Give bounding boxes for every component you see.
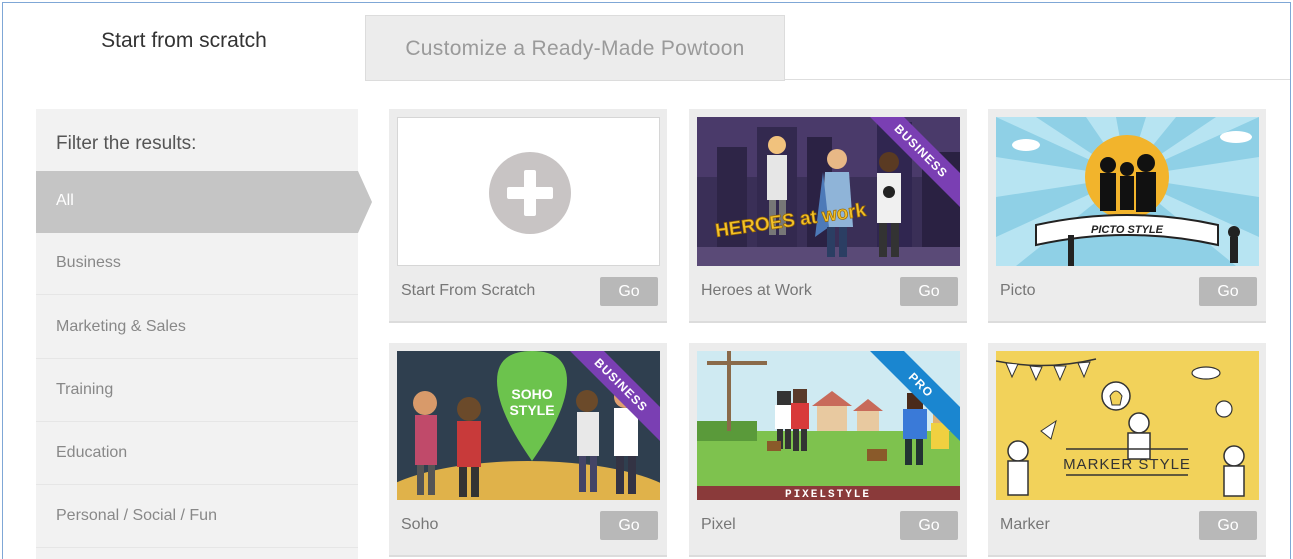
tab-customize-ready-made[interactable]: Customize a Ready-Made Powtoon bbox=[365, 15, 785, 81]
template-card-heroes-at-work[interactable]: HEROES at work BUSINESS Heroes at Work G… bbox=[689, 109, 967, 323]
go-button[interactable]: Go bbox=[600, 511, 658, 540]
card-title: Start From Scratch bbox=[401, 282, 536, 299]
filter-item-label: Business bbox=[56, 254, 121, 271]
filter-item-label: All bbox=[56, 192, 74, 209]
tab-label: Customize a Ready-Made Powtoon bbox=[405, 37, 745, 60]
filter-item-education[interactable]: Education bbox=[36, 423, 358, 485]
thumb-label: MARKER STYLE bbox=[1063, 456, 1191, 473]
tab-divider bbox=[785, 79, 1290, 80]
filter-item-training[interactable]: Training bbox=[36, 360, 358, 422]
template-card-soho[interactable]: SOHO STYLE BUSINESS Soho Go bbox=[389, 343, 667, 557]
filter-item-label: Education bbox=[56, 444, 128, 461]
go-button[interactable]: Go bbox=[900, 277, 958, 306]
filter-item-personal-social-fun[interactable]: Personal / Social / Fun bbox=[36, 486, 358, 548]
filter-item-label: Personal / Social / Fun bbox=[56, 507, 217, 524]
card-title: Pixel bbox=[701, 516, 736, 533]
template-card-pixel[interactable]: PIXELSTYLE PRO Pixel Go bbox=[689, 343, 967, 557]
go-button[interactable]: Go bbox=[600, 277, 658, 306]
thumb-label: PICTO STYLE bbox=[1091, 224, 1164, 236]
picto-illustration: PICTO STYLE bbox=[996, 117, 1259, 266]
filter-item-label: Marketing & Sales bbox=[56, 318, 186, 335]
template-card-picto[interactable]: PICTO STYLE Picto Go bbox=[988, 109, 1266, 323]
filter-item-all[interactable]: All bbox=[36, 171, 372, 233]
go-button[interactable]: Go bbox=[1199, 277, 1257, 306]
thumb-label: PIXELSTYLE bbox=[785, 489, 871, 500]
card-title: Soho bbox=[401, 516, 439, 533]
go-button[interactable]: Go bbox=[900, 511, 958, 540]
card-title: Picto bbox=[1000, 282, 1036, 299]
tab-label: Start from scratch bbox=[101, 29, 267, 52]
filter-item-business[interactable]: Business bbox=[36, 233, 358, 295]
marker-thumbnail[interactable]: MARKER STYLE bbox=[996, 351, 1259, 500]
filter-item-label: Training bbox=[56, 381, 114, 398]
heroes-thumbnail[interactable]: HEROES at work BUSINESS bbox=[697, 117, 960, 266]
card-title: Heroes at Work bbox=[701, 282, 812, 299]
picto-thumbnail[interactable]: PICTO STYLE bbox=[996, 117, 1259, 266]
marker-illustration: MARKER STYLE bbox=[996, 351, 1259, 500]
template-card-marker[interactable]: MARKER STYLE Marker Go bbox=[988, 343, 1266, 557]
blank-thumbnail[interactable] bbox=[397, 117, 660, 266]
pixel-thumbnail[interactable]: PIXELSTYLE PRO bbox=[697, 351, 960, 500]
filter-item-marketing-sales[interactable]: Marketing & Sales bbox=[36, 297, 358, 359]
filter-sidebar: Filter the results: All Business Marketi… bbox=[36, 109, 372, 559]
go-button[interactable]: Go bbox=[1199, 511, 1257, 540]
card-title: Marker bbox=[1000, 516, 1050, 533]
thumb-label: SOHO bbox=[511, 386, 552, 402]
template-chooser: Start from scratch Customize a Ready-Mad… bbox=[2, 2, 1291, 559]
tab-start-from-scratch[interactable]: Start from scratch bbox=[3, 3, 365, 81]
soho-thumbnail[interactable]: SOHO STYLE BUSINESS bbox=[397, 351, 660, 500]
plus-icon[interactable] bbox=[489, 152, 571, 234]
thumb-label: STYLE bbox=[509, 402, 554, 418]
filter-title: Filter the results: bbox=[56, 133, 197, 154]
template-card-start-from-scratch[interactable]: Start From Scratch Go bbox=[389, 109, 667, 323]
